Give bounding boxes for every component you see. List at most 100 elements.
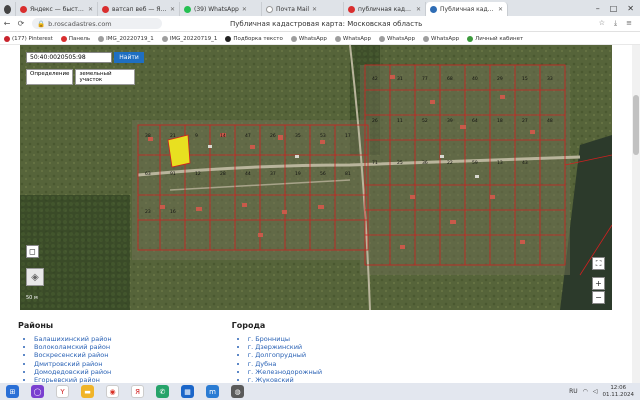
download-icon[interactable]: ⤓ — [614, 19, 617, 28]
browser-menu-button[interactable] — [0, 2, 16, 16]
tab-close-icon[interactable]: ✕ — [242, 6, 247, 13]
cadastral-map[interactable]: 38 21 9 14 47 26 35 53 17 63 91 12 28 44 37 19 56 81 23 16 4… — [20, 45, 612, 310]
find-button[interactable]: Найти — [114, 52, 144, 63]
definition-row: Определение земельный участок — [26, 69, 136, 85]
plot-number-label: 21 — [170, 133, 176, 139]
file-explorer-icon[interactable]: ▬ — [81, 385, 94, 398]
plot-number-label: 15 — [522, 76, 528, 82]
scrollbar-thumb[interactable] — [633, 95, 639, 155]
refresh-icon[interactable]: ⟳ — [14, 19, 28, 28]
layers-button[interactable]: ◈ — [26, 268, 44, 286]
plot-number-label: 9 — [195, 133, 198, 139]
tab-close-icon[interactable]: ✕ — [170, 6, 175, 13]
back-icon[interactable]: ← — [0, 19, 14, 28]
clock[interactable]: 12:06 01.11.2024 — [603, 385, 635, 398]
plot-number-label: 48 — [547, 118, 553, 124]
wifi-icon[interactable]: ◠ — [583, 388, 588, 395]
plot-number-label: 19 — [295, 171, 301, 177]
yandex-browser-icon[interactable]: Y — [56, 385, 69, 398]
cities-link[interactable]: г. Жуковский — [248, 376, 322, 383]
plus-icon: + — [595, 279, 602, 288]
bookmark-item[interactable]: IMG_20220719_1 — [98, 35, 154, 42]
plot-number-label: 56 — [320, 171, 326, 177]
yandex-icon[interactable]: Я — [131, 385, 144, 398]
selected-plot[interactable] — [167, 134, 191, 168]
tab-4[interactable]: публичная кадастро✕ — [344, 2, 426, 16]
tab-close-icon[interactable]: ✕ — [498, 6, 503, 13]
cities-link[interactable]: г. Бронницы — [248, 335, 322, 343]
plot-number-label: 64 — [472, 118, 478, 124]
bookmarks-bar: (177) Pinterest Панель IMG_20220719_1 IMG_2… — [0, 33, 640, 45]
tab-favicon-icon — [430, 5, 437, 13]
cadastral-number-input[interactable] — [26, 52, 112, 63]
plot-number-label: 47 — [245, 133, 251, 139]
bookmark-star-icon[interactable]: ☆ — [599, 19, 605, 28]
tab-label: ватсап веб — Яндекс — [112, 5, 167, 13]
page-title: Публичная кадастровая карта: Московская … — [230, 19, 423, 28]
square-icon: ◻ — [29, 247, 36, 256]
zoom-out-button[interactable]: − — [592, 291, 605, 304]
plot-number-label: 42 — [372, 76, 378, 82]
tab-strip: Яндекс — быстрий п✕ватсап веб — Яндекс✕(… — [0, 0, 640, 16]
regions-link[interactable]: Егорьевский район — [34, 376, 112, 383]
regions-link[interactable]: Балашихинский район — [34, 335, 112, 343]
bookmark-label: WhatsApp — [298, 35, 327, 42]
bookmark-favicon-icon — [161, 35, 168, 42]
tab-3[interactable]: Почта Mail ✕ — [262, 2, 344, 16]
bookmark-item[interactable]: Панель — [60, 35, 90, 42]
bookmark-item[interactable]: WhatsApp — [334, 35, 371, 42]
tab-close-icon[interactable]: ✕ — [416, 6, 421, 13]
regions-link[interactable]: Волоколамский район — [34, 343, 112, 351]
language-indicator[interactable]: RU — [569, 388, 578, 395]
plot-number-label: 16 — [170, 209, 176, 215]
tab-close-icon[interactable]: ✕ — [88, 6, 93, 13]
regions-link[interactable]: Дмитровский район — [34, 360, 112, 368]
volume-icon[interactable]: ◁ — [593, 388, 598, 395]
cities-link[interactable]: г. Дубна — [248, 360, 322, 368]
plot-number-label: 39 — [447, 118, 453, 124]
bookmark-item[interactable]: WhatsApp — [290, 35, 327, 42]
cities-list: г. Бронницыг. Дзержинскийг. Долгопрудный… — [232, 335, 322, 383]
tab-5[interactable]: Публичная кадастро✕ — [426, 2, 508, 16]
app-icon[interactable]: ◍ — [231, 385, 244, 398]
url-field[interactable]: 🔒 b.roscadastres.com — [32, 18, 162, 29]
tab-close-icon[interactable]: ✕ — [312, 6, 317, 13]
messenger-icon[interactable]: ✆ — [156, 385, 169, 398]
plot-number-label: 38 — [145, 133, 151, 139]
page-scrollbar[interactable] — [632, 45, 640, 383]
object-type-select[interactable]: земельный участок — [75, 69, 136, 85]
tab-2[interactable]: (39) WhatsApp ✕ — [180, 2, 262, 16]
bookmark-favicon-icon — [98, 35, 105, 42]
bookmark-item[interactable]: Подборка тексто — [225, 35, 283, 42]
address-bar: ← ⟳ 🔒 b.roscadastres.com Публичная кадас… — [0, 16, 640, 32]
start-icon[interactable]: ⊞ — [6, 385, 19, 398]
zoom-in-button[interactable]: + — [592, 277, 605, 290]
cities-column: Города г. Бронницыг. Дзержинскийг. Долго… — [232, 321, 322, 383]
system-tray: RU ◠ ◁ 12:06 01.11.2024 — [569, 385, 640, 398]
bookmark-item[interactable]: (177) Pinterest — [4, 35, 53, 42]
minimize-icon[interactable]: – — [596, 4, 600, 13]
bookmark-item[interactable]: WhatsApp — [378, 35, 416, 42]
store-icon[interactable]: ▦ — [181, 385, 194, 398]
measure-tool-button[interactable]: ◻ — [26, 245, 39, 258]
menu-icon[interactable]: ≡ — [626, 19, 632, 28]
cities-link[interactable]: г. Дзержинский — [248, 343, 322, 351]
fullscreen-button[interactable]: ⛶ — [592, 257, 605, 270]
close-icon[interactable]: ✕ — [627, 4, 634, 13]
address-actions: ☆ ⤓ ≡ — [599, 19, 640, 28]
tab-0[interactable]: Яндекс — быстрий п✕ — [16, 2, 98, 16]
bookmark-item[interactable]: IMG_20220719_1 — [161, 35, 217, 42]
regions-link[interactable]: Воскресенский район — [34, 351, 112, 359]
bookmark-label: WhatsApp — [386, 35, 416, 42]
assistant-icon[interactable]: ◯ — [31, 385, 44, 398]
cities-link[interactable]: г. Долгопрудный — [248, 351, 322, 359]
definition-mode-button[interactable]: Определение — [26, 69, 74, 85]
cities-link[interactable]: г. Железнодорожный — [248, 368, 322, 376]
bookmark-item[interactable]: WhatsApp — [423, 35, 459, 42]
maximize-icon[interactable]: □ — [610, 4, 618, 13]
tab-1[interactable]: ватсап веб — Яндекс✕ — [98, 2, 180, 16]
bookmark-item[interactable]: Личный кабинет — [467, 35, 523, 42]
mail-icon[interactable]: m — [206, 385, 219, 398]
chrome-icon[interactable]: ◉ — [106, 385, 119, 398]
regions-link[interactable]: Домодедовский район — [34, 368, 112, 376]
